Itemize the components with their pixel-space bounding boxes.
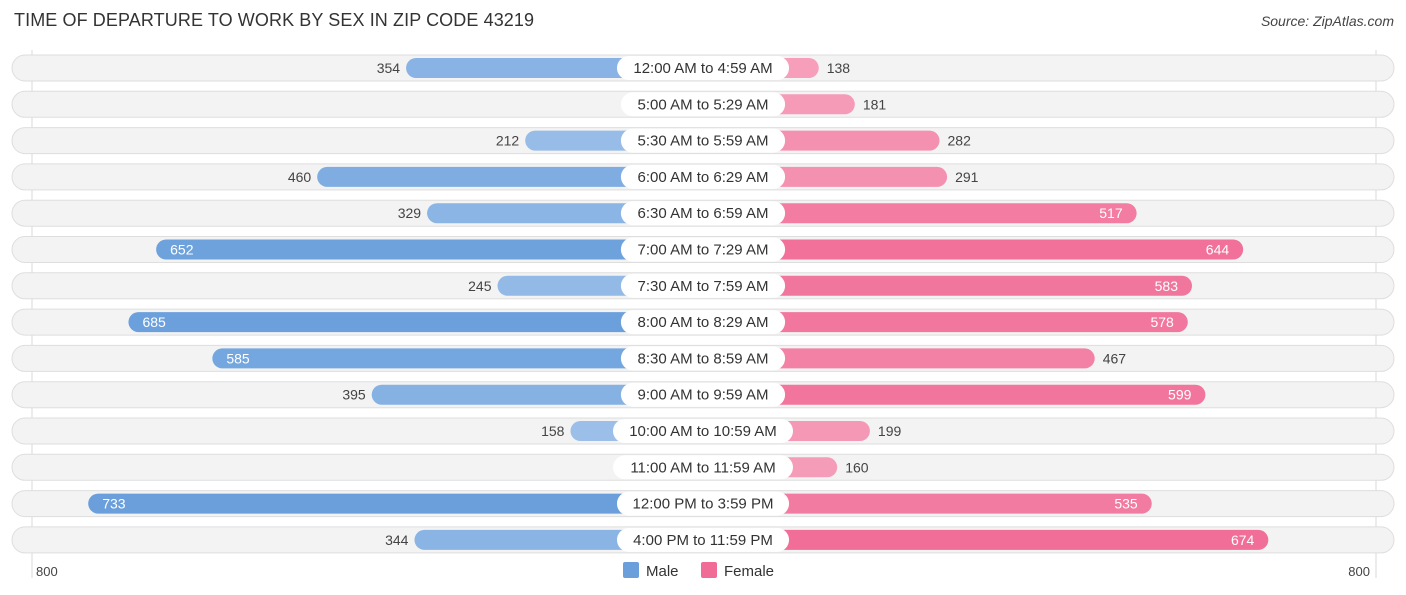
category-label: 12:00 PM to 3:59 PM [633, 496, 774, 513]
bar-row: 460 291 6:00 AM to 6:29 AM [11, 163, 1395, 191]
legend-label-female: Female [724, 563, 774, 580]
male-value-label: 354 [377, 60, 401, 76]
female-value-label: 599 [1168, 387, 1192, 403]
female-value-label: 181 [863, 96, 887, 112]
male-value-label: 585 [226, 350, 250, 366]
category-label: 8:30 AM to 8:59 AM [638, 350, 769, 367]
category-label: 7:00 AM to 7:29 AM [638, 242, 769, 259]
category-label: 6:00 AM to 6:29 AM [638, 169, 769, 186]
bar-row: 685 578 8:00 AM to 8:29 AM [11, 308, 1395, 336]
male-bar [128, 312, 704, 333]
female-value-label: 517 [1099, 205, 1123, 221]
axis-label-right: 800 [1348, 564, 1370, 579]
bar-row: 395 599 9:00 AM to 9:59 AM [11, 381, 1395, 409]
male-value-label: 685 [142, 314, 166, 330]
bar-row: 158 199 10:00 AM to 10:59 AM [11, 417, 1395, 445]
bar-row: 652 644 7:00 AM to 7:29 AM [11, 236, 1395, 263]
female-value-label: 535 [1114, 496, 1138, 512]
category-label: 11:00 AM to 11:59 AM [630, 459, 775, 476]
female-value-label: 138 [827, 60, 851, 76]
bar-row: 581815:00 AM to 5:29 AM [11, 90, 1395, 118]
male-value-label: 733 [102, 496, 126, 512]
category-label: 4:00 PM to 11:59 PM [633, 532, 773, 549]
bar-row: 3616011:00 AM to 11:59 AM [11, 453, 1395, 481]
bar-row: 329 517 6:30 AM to 6:59 AM [11, 199, 1395, 227]
female-value-label: 282 [948, 133, 972, 149]
legend-swatch-female [701, 562, 717, 578]
male-value-label: 460 [288, 169, 312, 185]
category-label: 10:00 AM to 10:59 AM [629, 423, 777, 440]
female-value-label: 578 [1150, 314, 1174, 330]
female-value-label: 291 [955, 169, 979, 185]
category-label: 7:30 AM to 7:59 AM [638, 278, 769, 295]
chart: 35413812:00 AM to 4:59 AM581815:00 AM to… [11, 50, 1395, 580]
male-bar [88, 493, 704, 514]
male-value-label: 395 [342, 387, 366, 403]
male-value-label: 158 [541, 423, 565, 439]
female-value-label: 674 [1231, 532, 1255, 548]
category-label: 8:00 AM to 8:29 AM [638, 314, 769, 331]
bar-row: 245 583 7:30 AM to 7:59 AM [11, 272, 1395, 300]
male-value-label: 245 [468, 278, 492, 294]
legend-swatch-male [623, 562, 639, 578]
category-label: 12:00 AM to 4:59 AM [633, 60, 772, 77]
female-value-label: 583 [1155, 278, 1179, 294]
bar-row: 354 138 12:00 AM to 4:59 AM [11, 54, 1395, 82]
category-label: 5:30 AM to 5:59 AM [638, 133, 769, 150]
female-value-label: 199 [878, 423, 902, 439]
bar-row: 585 467 8:30 AM to 8:59 AM [11, 344, 1395, 372]
category-label: 6:30 AM to 6:59 AM [638, 205, 769, 222]
bar-row: 733 535 12:00 PM to 3:59 PM [11, 490, 1395, 518]
bar-row: 212 282 5:30 AM to 5:59 AM [11, 127, 1395, 155]
legend-label-male: Male [646, 563, 679, 580]
category-label: 9:00 AM to 9:59 AM [638, 387, 769, 404]
female-value-label: 467 [1103, 350, 1127, 366]
male-value-label: 652 [170, 242, 194, 258]
category-label: 5:00 AM to 5:29 AM [638, 96, 769, 113]
male-value-label: 329 [398, 205, 422, 221]
bar-row: 344 674 4:00 PM to 11:59 PM [11, 526, 1395, 554]
female-value-label: 160 [845, 459, 869, 475]
female-value-label: 644 [1206, 242, 1230, 258]
axis-label-left: 800 [36, 564, 58, 579]
male-value-label: 344 [385, 532, 409, 548]
legend: Male Female [623, 562, 774, 580]
male-value-label: 212 [496, 133, 520, 149]
